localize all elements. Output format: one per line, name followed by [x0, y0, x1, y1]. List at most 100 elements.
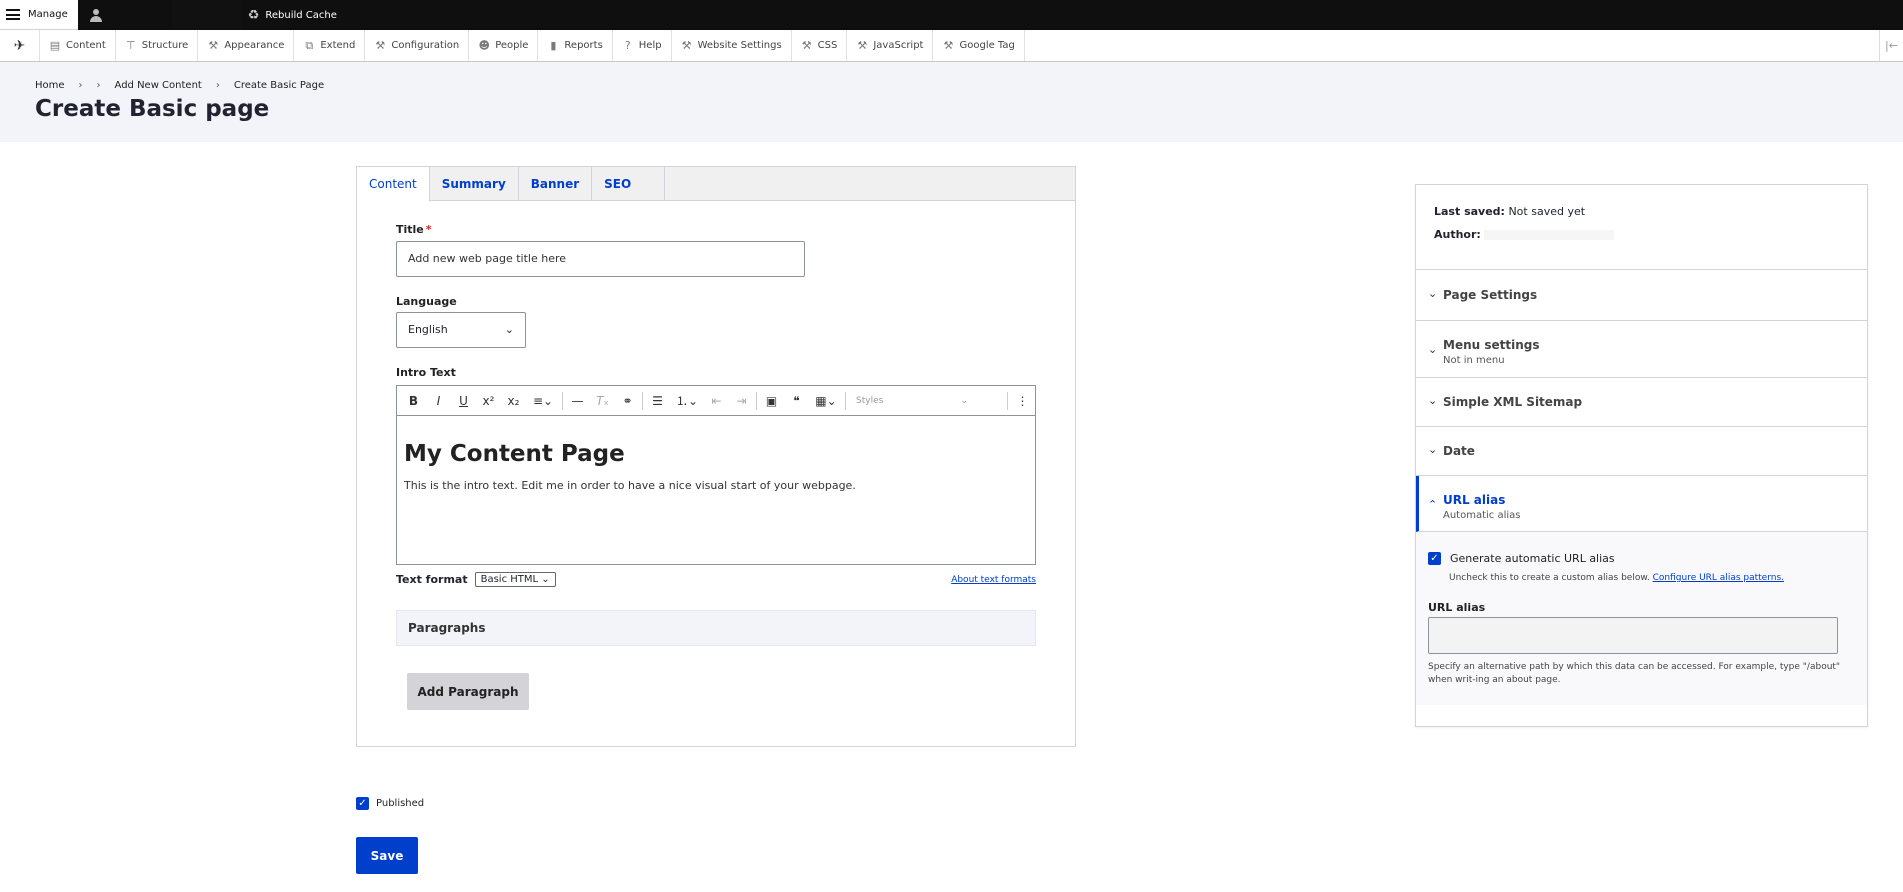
wrench-icon: ⚒	[208, 39, 219, 52]
underline-icon[interactable]: U	[451, 388, 476, 414]
author-label: Author:	[1434, 228, 1481, 241]
url-alias-input[interactable]	[1428, 617, 1838, 654]
styles-dropdown[interactable]: Styles ⌄	[848, 388, 976, 414]
menu-item-extend[interactable]: ⧉ Extend	[294, 30, 366, 61]
tray-orientation-toggle[interactable]: |←	[1879, 30, 1903, 61]
section-subtitle: Not in menu	[1443, 355, 1505, 366]
chevron-down-icon: ⌄	[504, 323, 514, 336]
last-saved-value: Not saved yet	[1508, 205, 1586, 218]
chevron-down-icon: ⌄	[1428, 394, 1438, 407]
remove-format-icon[interactable]: Tₓ	[590, 388, 615, 414]
about-text-formats-link[interactable]: About text formats	[951, 575, 1036, 585]
section-simple-xml-sitemap[interactable]: ⌄ Simple XML Sitemap	[1416, 378, 1867, 427]
bulleted-list-icon[interactable]: ☰	[645, 388, 670, 414]
generate-alias-row: ✓ Generate automatic URL alias	[1428, 552, 1615, 565]
chevron-up-icon: ⌃	[1428, 498, 1438, 511]
manage-button[interactable]: Manage	[0, 0, 78, 30]
menu-item-content[interactable]: ▤ Content	[40, 30, 116, 61]
section-title: Page Settings	[1443, 288, 1538, 302]
menu-item-css[interactable]: ⚒ CSS	[792, 30, 848, 61]
section-date[interactable]: ⌄ Date	[1416, 427, 1867, 476]
generate-alias-label: Generate automatic URL alias	[1450, 552, 1615, 565]
generate-alias-checkbox[interactable]: ✓	[1428, 552, 1441, 565]
superscript-icon[interactable]: x²	[476, 388, 501, 414]
add-paragraph-button[interactable]: Add Paragraph	[407, 673, 529, 710]
alias-description: Uncheck this to create a custom alias be…	[1449, 573, 1784, 583]
user-menu-button[interactable]	[78, 0, 172, 30]
breadcrumb-current: Create Basic Page	[233, 80, 325, 91]
menu-item-label: Website Settings	[697, 40, 782, 51]
editor-content[interactable]: My Content Page This is the intro text. …	[397, 416, 1035, 492]
question-icon: ?	[624, 39, 631, 52]
menu-item-label: Help	[638, 40, 662, 51]
menu-item-people[interactable]: ☻ People	[469, 30, 539, 61]
image-icon[interactable]: ▣	[759, 388, 784, 414]
indent-icon[interactable]: ⇥	[729, 388, 754, 414]
user-icon	[89, 8, 102, 22]
rebuild-cache-button[interactable]: ♻ Rebuild Cache	[242, 0, 337, 30]
required-marker: *	[425, 223, 432, 236]
author-row: Author:	[1434, 228, 1849, 241]
menu-item-javascript[interactable]: ⚒ JavaScript	[847, 30, 934, 61]
menu-item-website-settings[interactable]: ⚒ Website Settings	[672, 30, 792, 61]
tab-banner[interactable]: Banner	[519, 167, 593, 200]
more-options-icon[interactable]: ⋮	[1010, 388, 1035, 414]
section-menu-settings[interactable]: ⌄ Menu settings Not in menu	[1416, 321, 1867, 378]
breadcrumb-add-content[interactable]: Add New Content	[115, 80, 202, 91]
horizontal-line-icon[interactable]: —	[565, 388, 590, 414]
puzzle-icon: ⧉	[305, 38, 314, 52]
tab-content[interactable]: Content	[357, 167, 430, 202]
breadcrumb-separator: ›	[215, 80, 220, 91]
collapse-icon: |←	[1885, 39, 1898, 52]
rebuild-cache-label: Rebuild Cache	[265, 9, 337, 21]
section-page-settings[interactable]: ⌄ Page Settings	[1416, 270, 1867, 321]
title-label-text: Title	[396, 223, 424, 236]
editor-heading: My Content Page	[404, 441, 625, 467]
styles-placeholder: Styles	[856, 395, 884, 406]
published-checkbox[interactable]: ✓	[356, 797, 369, 810]
align-dropdown-icon[interactable]: ≡⌄	[526, 388, 560, 414]
breadcrumb-home[interactable]: Home	[35, 80, 65, 91]
chevron-down-icon: ⌄	[1428, 443, 1438, 456]
menu-item-configuration[interactable]: ⚒ Configuration	[365, 30, 470, 61]
chevron-down-icon: ⌄	[1428, 287, 1438, 300]
bar-chart-icon: ▮	[550, 39, 557, 52]
intro-text-editor: B I U x² x₂ ≡⌄ — Tₓ ⚭ ☰ ⒈⌄ ⇤ ⇥ ▣ ❝ ▦⌄ St…	[396, 385, 1036, 565]
menu-item-structure[interactable]: ⊤ Structure	[116, 30, 199, 61]
bold-icon[interactable]: B	[401, 388, 426, 414]
text-format-select[interactable]: Basic HTML ⌄	[474, 572, 556, 587]
menu-item-label: Configuration	[391, 40, 460, 51]
tab-seo[interactable]: SEO	[592, 167, 666, 200]
italic-icon[interactable]: I	[426, 388, 451, 414]
section-url-alias[interactable]: ⌃ URL alias Automatic alias	[1416, 476, 1867, 532]
numbered-list-icon[interactable]: ⒈⌄	[670, 388, 704, 414]
drupal-logo-icon: ✈	[13, 37, 26, 54]
language-value: English	[408, 323, 448, 336]
title-input[interactable]: Add new web page title here	[396, 241, 805, 277]
section-subtitle: Automatic alias	[1443, 510, 1521, 521]
text-format-row: Text format Basic HTML ⌄	[396, 572, 556, 587]
drupal-home-link[interactable]: ✈	[0, 30, 40, 61]
intro-text-label: Intro Text	[396, 366, 456, 379]
language-select[interactable]: English ⌄	[396, 312, 526, 348]
title-label: Title *	[396, 223, 432, 236]
outdent-icon[interactable]: ⇤	[704, 388, 729, 414]
menu-item-help[interactable]: ? Help	[613, 30, 672, 61]
table-icon[interactable]: ▦⌄	[809, 388, 843, 414]
menu-item-google-tag[interactable]: ⚒ Google Tag	[933, 30, 1025, 61]
menu-item-label: People	[495, 40, 529, 51]
subscript-icon[interactable]: x₂	[501, 388, 526, 414]
menu-item-appearance[interactable]: ⚒ Appearance	[198, 30, 295, 61]
published-row: ✓ Published	[356, 797, 424, 810]
url-alias-label: URL alias	[1428, 601, 1486, 614]
language-label: Language	[396, 295, 457, 308]
tab-summary[interactable]: Summary	[430, 167, 519, 200]
wrench-icon: ⚒	[943, 39, 954, 52]
save-button[interactable]: Save	[356, 837, 418, 874]
configure-alias-patterns-link[interactable]: Configure URL alias patterns.	[1653, 573, 1784, 583]
blockquote-icon[interactable]: ❝	[784, 388, 809, 414]
menu-item-reports[interactable]: ▮ Reports	[538, 30, 613, 61]
link-icon[interactable]: ⚭	[615, 388, 640, 414]
breadcrumb: Home › › Add New Content › Create Basic …	[35, 80, 324, 91]
menu-item-label: Reports	[564, 40, 603, 51]
